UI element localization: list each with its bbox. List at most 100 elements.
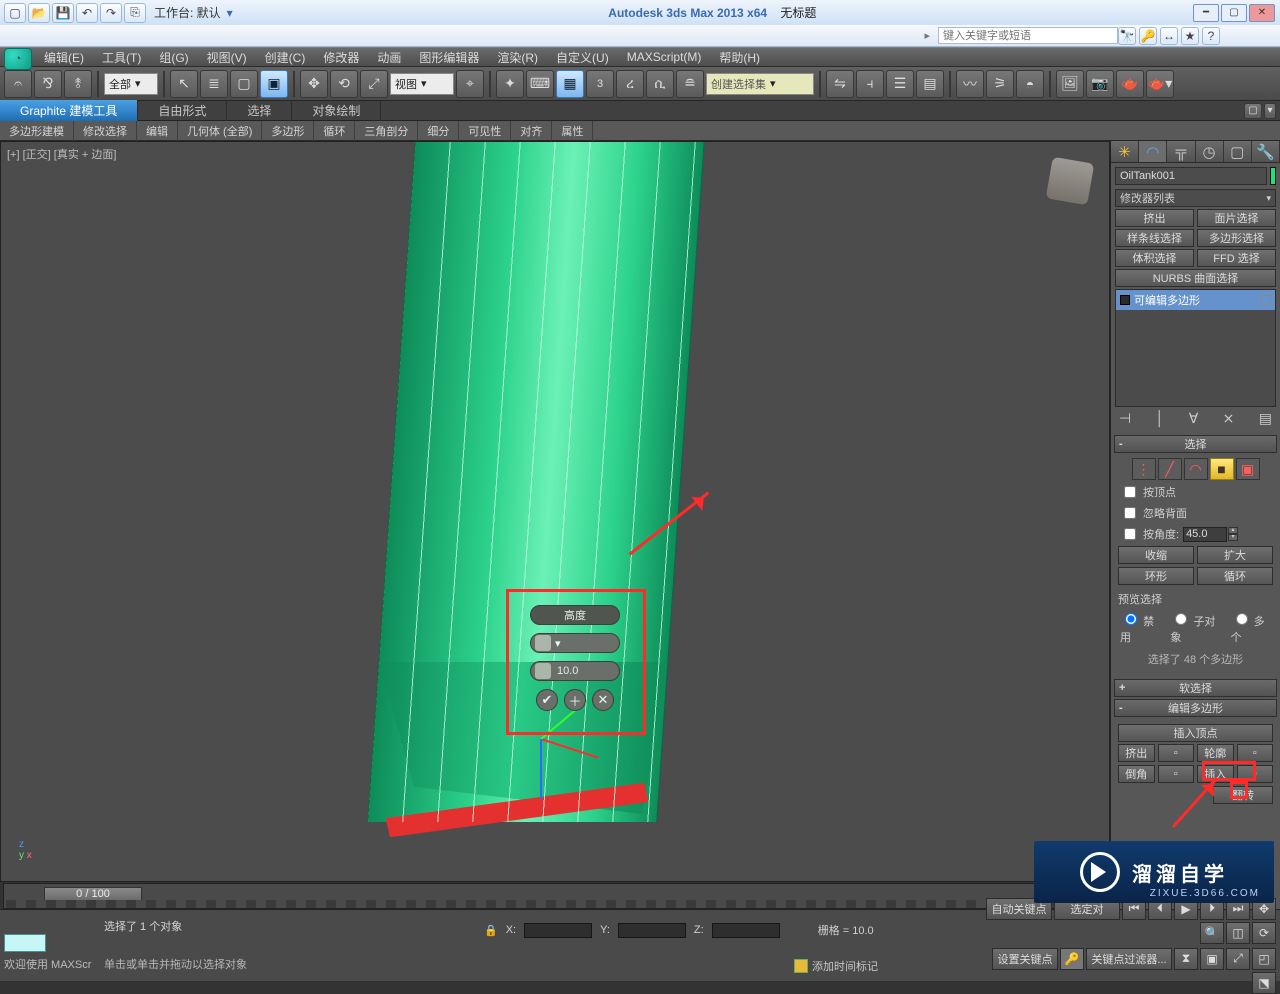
tab-hierarchy-icon[interactable]: ╦ — [1167, 141, 1195, 162]
btn-outline[interactable]: 轮廓 — [1197, 744, 1234, 762]
caddy-height-input[interactable] — [555, 664, 597, 678]
caddy-type-dropdown[interactable]: ▾ — [530, 633, 620, 653]
mod-btn-extrude[interactable]: 挤出 — [1115, 209, 1194, 227]
rollout-editpoly-header[interactable]: -编辑多边形 — [1114, 699, 1277, 717]
rollout-selection-header[interactable]: -选择 — [1114, 435, 1277, 453]
stack-item-editable-poly[interactable]: 可编辑多边形 — [1116, 290, 1275, 310]
rendered-frame-icon[interactable]: 📷 — [1086, 70, 1114, 98]
snap-toggle-icon[interactable]: ▦ — [556, 70, 584, 98]
maxscript-mini-listener[interactable] — [4, 934, 46, 952]
opt-multi[interactable]: 多个 — [1231, 610, 1271, 645]
mod-btn-ffd[interactable]: FFD 选择 — [1197, 249, 1276, 267]
caddy-apply-button[interactable]: ＋ — [564, 689, 586, 711]
btn-grow[interactable]: 扩大 — [1197, 546, 1273, 564]
nav-region-icon[interactable]: ◰ — [1252, 948, 1276, 970]
qat-undo-icon[interactable]: ↶ — [76, 3, 98, 23]
menu-customize[interactable]: 自定义(U) — [548, 47, 617, 68]
btn-insert-vertex[interactable]: 插入顶点 — [1118, 724, 1273, 742]
key-filter-button[interactable]: 关键点过滤器... — [1086, 948, 1172, 970]
caddy-cancel-button[interactable]: ✕ — [592, 689, 614, 711]
scale-icon[interactable]: ⤢ — [360, 70, 388, 98]
menu-animation[interactable]: 动画 — [369, 47, 409, 68]
rollout-softsel-header[interactable]: +软选择 — [1114, 679, 1277, 697]
ribbon-item-prop[interactable]: 属性 — [552, 121, 593, 141]
opt-disable[interactable]: 禁用 — [1120, 610, 1160, 645]
ribbon-tab-selection[interactable]: 选择 — [227, 100, 292, 121]
menu-create[interactable]: 创建(C) — [257, 47, 314, 68]
star-icon[interactable]: ★ — [1181, 27, 1199, 45]
viewcube-icon[interactable] — [1046, 157, 1095, 206]
ribbon-item-align[interactable]: 对齐 — [511, 121, 552, 141]
tab-modify-icon[interactable]: ◠ — [1139, 141, 1167, 162]
menu-maxscript[interactable]: MAXScript(M) — [619, 48, 710, 66]
ribbon-collapse-icon[interactable]: ▢ — [1244, 103, 1262, 119]
stack-configure-button[interactable]: ▤ — [1259, 410, 1272, 427]
render-setup-icon[interactable]: 🖼 — [1056, 70, 1084, 98]
so-element-icon[interactable]: ▣ — [1236, 458, 1260, 480]
btn-loop[interactable]: 循环 — [1197, 567, 1273, 585]
extrude-caddy[interactable]: 高度 ▾ ✔ ＋ ✕ — [530, 605, 620, 711]
set-key-button[interactable]: 设置关键点 — [992, 948, 1058, 970]
lock-icon[interactable]: 🔒 — [484, 924, 498, 937]
btn-extrude[interactable]: 挤出 — [1118, 744, 1155, 762]
so-vertex-icon[interactable]: ⋮ — [1132, 458, 1156, 480]
nav-max-icon[interactable]: ⬔ — [1252, 972, 1276, 994]
qat-save-icon[interactable]: 💾 — [52, 3, 74, 23]
nav-zoom-icon[interactable]: 🔍 — [1200, 922, 1224, 944]
ribbon-item-poly[interactable]: 多边形建模 — [0, 121, 74, 141]
menu-edit[interactable]: 编辑(E) — [36, 47, 92, 68]
tab-display-icon[interactable]: ▢ — [1224, 141, 1252, 162]
viewport[interactable]: [+] [正交] [真实 + 边面] 高度 ▾ ✔ ＋ ✕ zy x — [0, 141, 1110, 882]
stack-unique-button[interactable]: ∀ — [1189, 410, 1199, 427]
nav-fov-icon[interactable]: ◫ — [1226, 922, 1250, 944]
ribbon-item-loops[interactable]: 循环 — [314, 121, 355, 141]
by-angle-input[interactable] — [1183, 527, 1227, 542]
btn-flip[interactable]: 翻转 — [1213, 786, 1273, 804]
link-icon[interactable]: 𝄐 — [4, 70, 32, 98]
angle-snap-icon[interactable]: 3 — [586, 70, 614, 98]
app-logo-icon[interactable]: ◔ — [4, 48, 32, 70]
unlink-icon[interactable]: ⅋ — [34, 70, 62, 98]
ribbon-caret-icon[interactable]: ▾ — [1264, 103, 1276, 119]
time-config-icon[interactable]: ⧗ — [1174, 948, 1198, 970]
window-minimize-button[interactable]: ━ — [1193, 4, 1219, 22]
btn-extrude-settings[interactable]: ▫ — [1158, 744, 1195, 762]
exchange-icon[interactable]: ↔ — [1160, 27, 1178, 45]
bind-icon[interactable]: ⥉ — [64, 70, 92, 98]
graphite-icon[interactable]: ▤ — [916, 70, 944, 98]
window-maximize-button[interactable]: ▢ — [1221, 4, 1247, 22]
btn-shrink[interactable]: 收缩 — [1118, 546, 1194, 564]
select-object-icon[interactable]: ↖ — [170, 70, 198, 98]
key-icon[interactable]: 🔑 — [1139, 27, 1157, 45]
align-icon[interactable]: ⫞ — [856, 70, 884, 98]
chk-by-vertex[interactable]: 按顶点 — [1120, 483, 1271, 501]
coord-z-input[interactable] — [712, 923, 780, 938]
curve-editor-icon[interactable]: 〰 — [956, 70, 984, 98]
mod-btn-patch[interactable]: 面片选择 — [1197, 209, 1276, 227]
object-color-swatch[interactable] — [1270, 167, 1276, 185]
named-selection-dropdown[interactable]: 创建选择集▾ — [706, 73, 814, 95]
caddy-ok-button[interactable]: ✔ — [536, 689, 558, 711]
caddy-height-field[interactable] — [530, 661, 620, 681]
qat-open-icon[interactable]: 📂 — [28, 3, 50, 23]
binoculars-icon[interactable]: 🔭 — [1118, 27, 1136, 45]
menu-tools[interactable]: 工具(T) — [94, 47, 149, 68]
workspace-label[interactable]: 工作台: 默认 — [154, 4, 221, 21]
opt-subobj[interactable]: 子对象 — [1170, 610, 1220, 645]
stack-showend-button[interactable]: │ — [1156, 410, 1165, 427]
mod-btn-vol[interactable]: 体积选择 — [1115, 249, 1194, 267]
tab-create-icon[interactable]: ✳ — [1111, 141, 1139, 162]
btn-bevel-settings[interactable]: ▫ — [1158, 765, 1195, 783]
coord-y-input[interactable] — [618, 923, 686, 938]
render-icon[interactable]: 🫖 — [1116, 70, 1144, 98]
use-pivot-icon[interactable]: ⌖ — [456, 70, 484, 98]
manipulate-icon[interactable]: ✦ — [496, 70, 524, 98]
menu-group[interactable]: 组(G) — [151, 47, 196, 68]
percent-snap-icon[interactable]: ረ — [616, 70, 644, 98]
qat-new-icon[interactable]: ▢ — [4, 3, 26, 23]
modifier-stack[interactable]: 可编辑多边形 — [1115, 289, 1276, 407]
menu-help[interactable]: 帮助(H) — [711, 47, 768, 68]
select-by-name-icon[interactable]: ≣ — [200, 70, 228, 98]
nav-orbit-icon[interactable]: ⟳ — [1252, 922, 1276, 944]
tab-motion-icon[interactable]: ◷ — [1196, 141, 1224, 162]
